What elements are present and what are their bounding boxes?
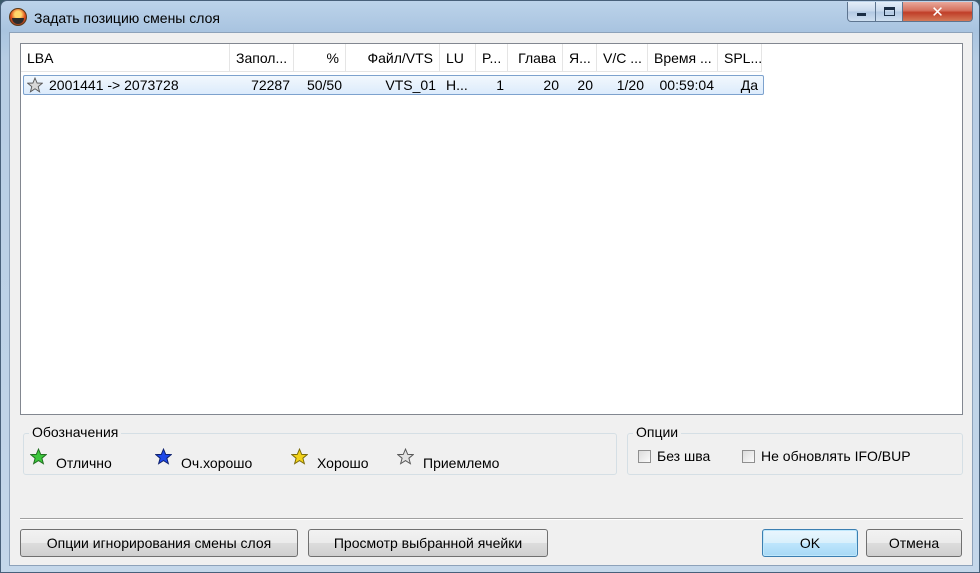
column-header-chapter[interactable]: Глава (508, 44, 563, 72)
cell-p: 1 (496, 77, 504, 93)
cell-lu: Н... (446, 77, 468, 93)
cell-file-vts: VTS_01 (385, 77, 436, 93)
column-header-cell[interactable]: Я... (563, 44, 597, 72)
blue-star-icon (155, 448, 172, 465)
no-update-ifo-checkbox-item[interactable]: Не обновлять IFO/BUP (742, 448, 911, 464)
column-header-spl[interactable]: SPL... (718, 44, 762, 72)
no-update-ifo-checkbox[interactable] (742, 449, 755, 463)
seamless-checkbox[interactable] (638, 449, 651, 463)
cell-time: 00:59:04 (659, 77, 715, 93)
cell-chapter: 20 (543, 77, 559, 93)
legend-label-acceptable: Приемлемо (423, 454, 500, 471)
legend-label-good: Хорошо (317, 454, 369, 471)
app-icon (9, 8, 27, 26)
legend-item-very-good: Оч.хорошо (155, 448, 253, 471)
cell-spl: Да (740, 77, 758, 93)
column-header-lba[interactable]: LBA (21, 44, 230, 72)
cell-fill: 72287 (251, 77, 290, 93)
seamless-checkbox-item[interactable]: Без шва (638, 448, 710, 464)
window-title: Задать позицию смены слоя (34, 10, 220, 26)
ok-button[interactable]: OK (762, 529, 858, 557)
green-star-icon (30, 448, 47, 465)
close-button[interactable]: ✕ (903, 2, 973, 22)
lba-range: 2001441 -> 2073728 (49, 77, 179, 93)
cell-cell: 20 (577, 77, 593, 93)
title-bar[interactable]: Задать позицию смены слоя ✕ (1, 1, 979, 33)
column-header-percent[interactable]: % (294, 44, 346, 72)
legend-label-excellent: Отлично (56, 454, 112, 471)
column-header-p[interactable]: P... (476, 44, 508, 72)
column-header-time[interactable]: Время ... (648, 44, 718, 72)
legend-item-good: Хорошо (291, 448, 369, 471)
dialog-client-area: LBA Запол... % Файл/VTS LU P... Глава Я.… (9, 32, 973, 566)
table-row[interactable]: 2001441 -> 2073728 72287 50/50 VTS_01 Н.… (23, 75, 764, 95)
seamless-label: Без шва (657, 448, 711, 464)
column-header-vc[interactable]: V/C ... (597, 44, 648, 72)
legend-title: Обозначения (29, 424, 122, 440)
gray-star-icon (27, 77, 43, 93)
close-icon: ✕ (931, 3, 944, 21)
options-title: Опции (633, 424, 682, 440)
cell-lba: 2001441 -> 2073728 (24, 76, 231, 94)
minimize-icon (857, 13, 866, 16)
list-header: LBA Запол... % Файл/VTS LU P... Глава Я.… (21, 44, 762, 72)
column-header-lu[interactable]: LU (440, 44, 476, 72)
maximize-button[interactable] (876, 2, 903, 22)
layer-break-list[interactable]: LBA Запол... % Файл/VTS LU P... Глава Я.… (20, 43, 963, 415)
column-header-fill[interactable]: Запол... (230, 44, 294, 72)
legend-label-very-good: Оч.хорошо (181, 454, 253, 471)
cell-vc: 1/20 (616, 77, 644, 93)
maximize-icon (883, 7, 895, 16)
legend-item-acceptable: Приемлемо (397, 448, 500, 471)
ignore-layer-break-options-button[interactable]: Опции игнорирования смены слоя (20, 529, 298, 557)
options-group: Опции Без шва Не обновлять IFO/BUP (627, 424, 963, 475)
cancel-button[interactable]: Отмена (866, 529, 962, 557)
minimize-button[interactable] (847, 2, 876, 22)
button-separator (20, 518, 963, 520)
legend-item-excellent: Отлично (30, 448, 112, 471)
dialog-window: Задать позицию смены слоя ✕ LBA Запол...… (0, 0, 980, 573)
view-selected-cell-button[interactable]: Просмотр выбранной ячейки (308, 529, 548, 557)
yellow-star-icon (291, 448, 308, 465)
cell-percent: 50/50 (306, 77, 342, 93)
legend-group: Обозначения Отлично Оч.хорошо Хорошо При… (23, 424, 617, 475)
gray-star-icon (397, 448, 414, 465)
no-update-ifo-label: Не обновлять IFO/BUP (761, 448, 911, 464)
column-header-file-vts[interactable]: Файл/VTS (346, 44, 440, 72)
